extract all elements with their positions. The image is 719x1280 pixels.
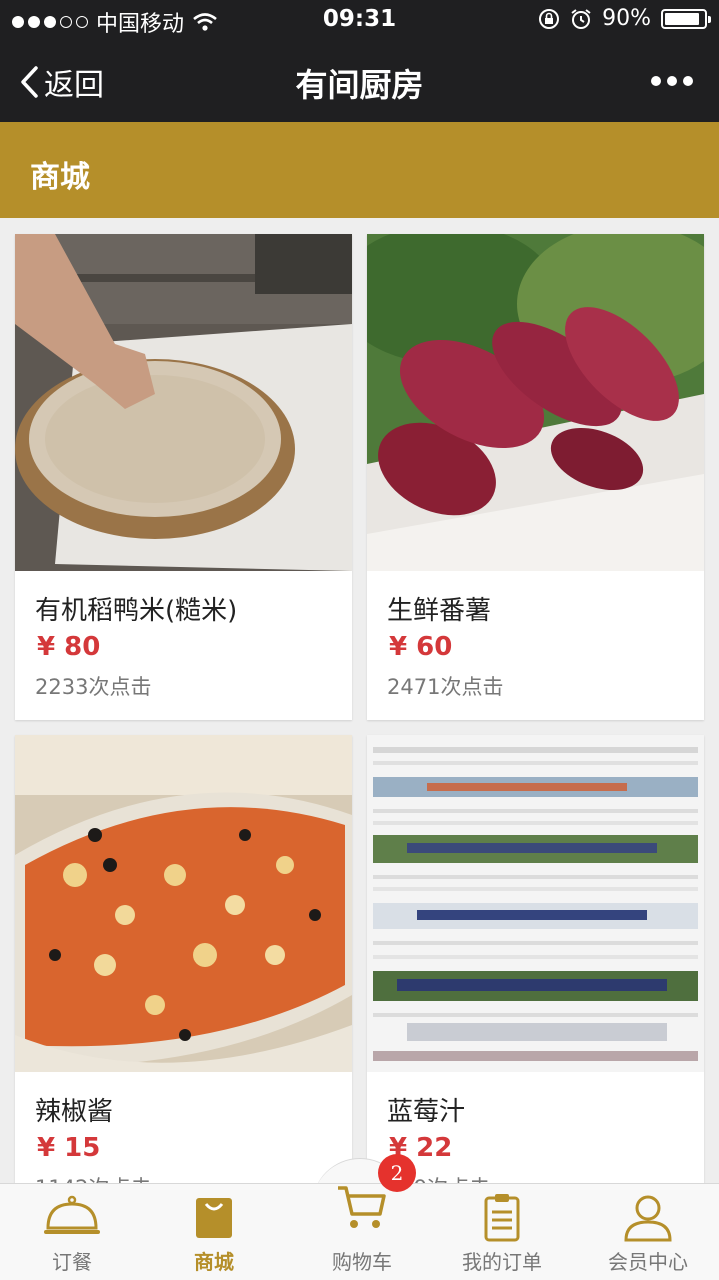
battery-icon <box>661 8 711 29</box>
product-image-blueberry-juice <box>367 735 704 1072</box>
product-price: ¥ 80 <box>37 632 101 662</box>
product-name: 蓝莓汁 <box>387 1097 466 1127</box>
battery-percent: 90% <box>602 6 651 31</box>
tab-cart[interactable]: 购物车 <box>290 1184 434 1280</box>
cart-badge: 2 <box>378 1154 416 1192</box>
product-clicks: 2471次点击 <box>387 675 504 699</box>
status-bar: 中国移动 09:31 90% <box>0 0 719 40</box>
tab-member-center[interactable]: 会员中心 <box>576 1184 719 1280</box>
tab-my-orders[interactable]: 我的订单 <box>430 1184 574 1280</box>
alarm-icon <box>571 8 591 29</box>
tab-label: 订餐 <box>52 1250 92 1274</box>
tab-label: 会员中心 <box>608 1250 688 1274</box>
product-card[interactable]: 辣椒酱 ¥ 15 1142次点击 <box>15 735 352 1185</box>
rotation-lock-icon <box>539 8 560 29</box>
product-card[interactable]: 蓝莓汁 ¥ 22 679次点击 <box>367 735 704 1185</box>
product-price: ¥ 60 <box>389 632 453 662</box>
more-icon[interactable] <box>651 76 693 86</box>
product-name: 辣椒酱 <box>35 1097 114 1127</box>
product-image-chili-sauce <box>15 735 352 1072</box>
product-image-sweet-potato <box>367 234 704 571</box>
page-title: 有间厨房 <box>295 66 424 104</box>
tab-order-meal[interactable]: 订餐 <box>0 1184 144 1280</box>
product-name: 生鲜番薯 <box>387 596 492 626</box>
user-icon <box>624 1195 672 1242</box>
product-image-rice <box>15 234 352 571</box>
product-card[interactable]: 有机稻鸭米(糙米) ¥ 80 2233次点击 <box>15 234 352 720</box>
product-clicks: 2233次点击 <box>35 675 152 699</box>
tab-label: 商城 <box>194 1250 234 1274</box>
cart-icon <box>338 1186 386 1228</box>
section-header: 商城 <box>0 122 719 218</box>
tab-label: 我的订单 <box>462 1250 542 1274</box>
nav-bar: 返回 有间厨房 <box>0 40 719 122</box>
shopping-bag-icon <box>196 1198 232 1238</box>
product-card[interactable]: 生鲜番薯 ¥ 60 2471次点击 <box>367 234 704 720</box>
tab-label: 购物车 <box>332 1250 392 1274</box>
product-price: ¥ 15 <box>37 1133 101 1163</box>
clipboard-icon <box>484 1194 520 1242</box>
section-title: 商城 <box>30 160 90 195</box>
product-name: 有机稻鸭米(糙米) <box>35 596 238 626</box>
battery-fill <box>665 12 700 25</box>
tab-mall[interactable]: 商城 <box>142 1184 286 1280</box>
cloche-icon <box>44 1195 100 1234</box>
bottom-tab-bar: 订餐 商城 购物车 我的订单 会员中心 <box>0 1183 719 1280</box>
status-right: 90% <box>538 6 711 31</box>
